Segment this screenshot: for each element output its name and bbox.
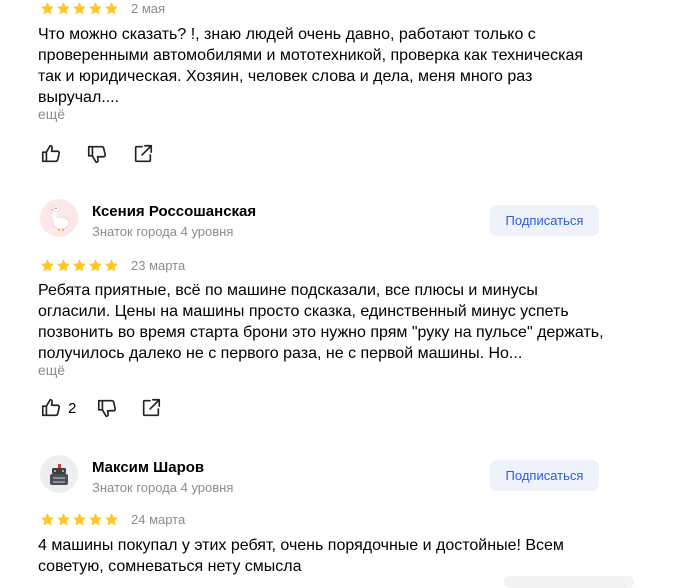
star-icon [88, 258, 103, 273]
star-icon [72, 1, 87, 16]
dislike-button[interactable] [96, 397, 118, 419]
thumbs-down-icon [96, 397, 118, 419]
star-icon [72, 512, 87, 527]
star-icon [56, 258, 71, 273]
like-button[interactable] [40, 143, 62, 165]
review-date: 23 марта [131, 258, 186, 273]
more-link[interactable]: ещё [38, 106, 65, 122]
avatar[interactable] [40, 455, 78, 493]
author-level: Знаток города 4 уровня [92, 480, 234, 495]
star-icon [40, 512, 55, 527]
review-date: 2 мая [131, 1, 166, 16]
floating-button-edge [504, 576, 634, 588]
share-button[interactable] [140, 397, 162, 419]
rating-stars [40, 1, 119, 16]
goose-avatar-icon [50, 205, 70, 231]
author-name[interactable]: Ксения Россошанская [92, 203, 256, 220]
like-count: 2 [68, 399, 77, 417]
review-text: Что можно сказать? !, знаю людей очень д… [38, 26, 584, 106]
subscribe-button[interactable]: Подписаться [490, 205, 599, 236]
star-icon [40, 258, 55, 273]
subscribe-button[interactable]: Подписаться [490, 460, 599, 491]
share-button[interactable] [132, 143, 154, 165]
thumbs-up-icon [40, 143, 62, 165]
avatar[interactable] [40, 199, 78, 237]
share-icon [140, 397, 162, 419]
review-actions: 2 [40, 397, 162, 419]
author-level: Знаток города 4 уровня [92, 224, 234, 239]
share-icon [132, 143, 154, 165]
review-text: 4 машины покупал у этих ребят, очень пор… [38, 537, 564, 575]
star-icon [104, 512, 119, 527]
author-name[interactable]: Максим Шаров [92, 459, 204, 476]
rating-stars [40, 512, 119, 527]
star-icon [88, 512, 103, 527]
review-actions [40, 143, 154, 165]
rating-stars [40, 258, 119, 273]
star-icon [104, 258, 119, 273]
star-icon [88, 1, 103, 16]
more-link[interactable]: ещё [38, 362, 65, 378]
star-icon [56, 512, 71, 527]
star-icon [40, 1, 55, 16]
star-icon [72, 258, 87, 273]
dislike-button[interactable] [86, 143, 108, 165]
thumbs-down-icon [86, 143, 108, 165]
star-icon [104, 1, 119, 16]
review-text: Ребята приятные, всё по машине подсказал… [38, 282, 604, 362]
star-icon [56, 1, 71, 16]
robot-avatar-icon [50, 464, 68, 485]
like-button[interactable]: 2 [40, 397, 76, 419]
thumbs-up-icon [40, 397, 62, 419]
review-date: 24 марта [131, 512, 186, 527]
